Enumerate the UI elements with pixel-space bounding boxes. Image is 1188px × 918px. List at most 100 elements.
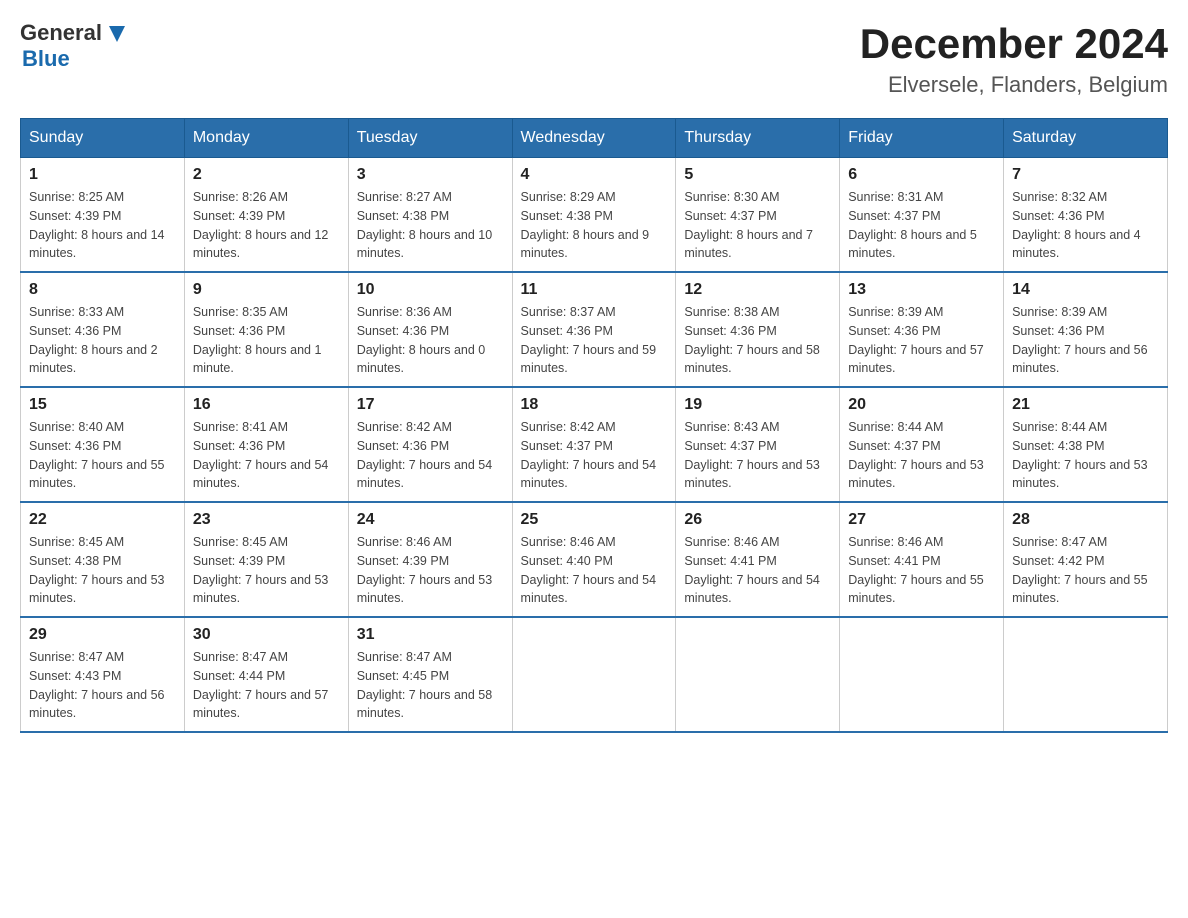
- day-number: 19: [684, 396, 831, 414]
- day-number: 1: [29, 166, 176, 184]
- day-number: 15: [29, 396, 176, 414]
- weekday-header-saturday: Saturday: [1004, 119, 1168, 158]
- calendar-day-23: 23Sunrise: 8:45 AMSunset: 4:39 PMDayligh…: [184, 502, 348, 617]
- day-info: Sunrise: 8:26 AMSunset: 4:39 PMDaylight:…: [193, 188, 340, 263]
- weekday-header-row: SundayMondayTuesdayWednesdayThursdayFrid…: [21, 119, 1168, 158]
- calendar-day-18: 18Sunrise: 8:42 AMSunset: 4:37 PMDayligh…: [512, 387, 676, 502]
- day-info: Sunrise: 8:29 AMSunset: 4:38 PMDaylight:…: [521, 188, 668, 263]
- calendar-day-22: 22 Sunrise: 8:45 AMSunset: 4:38 PMDayligh…: [21, 502, 185, 617]
- day-info: Sunrise: 8:39 AMSunset: 4:36 PMDaylight:…: [1012, 303, 1159, 378]
- subtitle: Elversele, Flanders, Belgium: [860, 72, 1168, 98]
- calendar-day-16: 16 Sunrise: 8:41 AMSunset: 4:36 PMDayligh…: [184, 387, 348, 502]
- day-info: Sunrise: 8:39 AMSunset: 4:36 PMDaylight:…: [848, 303, 995, 378]
- empty-cell: [676, 617, 840, 732]
- calendar-day-25: 25Sunrise: 8:46 AMSunset: 4:40 PMDayligh…: [512, 502, 676, 617]
- day-info: Sunrise: 8:38 AMSunset: 4:36 PMDaylight:…: [684, 303, 831, 378]
- calendar-day-26: 26 Sunrise: 8:46 AMSunset: 4:41 PMDayligh…: [676, 502, 840, 617]
- calendar-day-5: 5Sunrise: 8:30 AMSunset: 4:37 PMDaylight…: [676, 158, 840, 273]
- day-info: Sunrise: 8:46 AMSunset: 4:41 PMDaylight:…: [848, 533, 995, 608]
- day-info: Sunrise: 8:47 AMSunset: 4:45 PMDaylight:…: [357, 648, 504, 723]
- calendar-day-2: 2 Sunrise: 8:26 AMSunset: 4:39 PMDaylight…: [184, 158, 348, 273]
- week-row-1: 1 Sunrise: 8:25 AMSunset: 4:39 PMDaylight…: [21, 158, 1168, 273]
- day-info: Sunrise: 8:46 AMSunset: 4:39 PMDaylight:…: [357, 533, 504, 608]
- day-info: Sunrise: 8:46 AMSunset: 4:41 PMDaylight:…: [684, 533, 831, 608]
- calendar-day-3: 3Sunrise: 8:27 AMSunset: 4:38 PMDaylight…: [348, 158, 512, 273]
- calendar-day-30: 30 Sunrise: 8:47 AMSunset: 4:44 PMDayligh…: [184, 617, 348, 732]
- day-number: 21: [1012, 396, 1159, 414]
- weekday-header-sunday: Sunday: [21, 119, 185, 158]
- calendar-day-8: 8 Sunrise: 8:33 AMSunset: 4:36 PMDaylight…: [21, 272, 185, 387]
- calendar-day-27: 27Sunrise: 8:46 AMSunset: 4:41 PMDayligh…: [840, 502, 1004, 617]
- day-number: 16: [193, 396, 340, 414]
- day-number: 26: [684, 511, 831, 529]
- day-info: Sunrise: 8:47 AMSunset: 4:43 PMDaylight:…: [29, 648, 176, 723]
- calendar-day-17: 17 Sunrise: 8:42 AMSunset: 4:36 PMDayligh…: [348, 387, 512, 502]
- week-row-4: 22 Sunrise: 8:45 AMSunset: 4:38 PMDayligh…: [21, 502, 1168, 617]
- page-header: General Blue December 2024 Elversele, Fl…: [20, 20, 1168, 98]
- weekday-header-friday: Friday: [840, 119, 1004, 158]
- day-number: 13: [848, 281, 995, 299]
- day-info: Sunrise: 8:42 AMSunset: 4:36 PMDaylight:…: [357, 418, 504, 493]
- calendar-day-20: 20Sunrise: 8:44 AMSunset: 4:37 PMDayligh…: [840, 387, 1004, 502]
- day-number: 10: [357, 281, 504, 299]
- day-number: 11: [521, 281, 668, 299]
- day-info: Sunrise: 8:45 AMSunset: 4:39 PMDaylight:…: [193, 533, 340, 608]
- day-number: 24: [357, 511, 504, 529]
- day-info: Sunrise: 8:46 AMSunset: 4:40 PMDaylight:…: [521, 533, 668, 608]
- day-info: Sunrise: 8:45 AMSunset: 4:38 PMDaylight:…: [29, 533, 176, 608]
- day-number: 4: [521, 166, 668, 184]
- day-number: 14: [1012, 281, 1159, 299]
- calendar-table: SundayMondayTuesdayWednesdayThursdayFrid…: [20, 118, 1168, 733]
- calendar-day-24: 24 Sunrise: 8:46 AMSunset: 4:39 PMDayligh…: [348, 502, 512, 617]
- day-number: 9: [193, 281, 340, 299]
- day-info: Sunrise: 8:44 AMSunset: 4:37 PMDaylight:…: [848, 418, 995, 493]
- day-number: 17: [357, 396, 504, 414]
- day-info: Sunrise: 8:47 AMSunset: 4:42 PMDaylight:…: [1012, 533, 1159, 608]
- day-info: Sunrise: 8:25 AMSunset: 4:39 PMDaylight:…: [29, 188, 176, 263]
- weekday-header-monday: Monday: [184, 119, 348, 158]
- calendar-day-31: 31 Sunrise: 8:47 AMSunset: 4:45 PMDayligh…: [348, 617, 512, 732]
- calendar-day-13: 13 Sunrise: 8:39 AMSunset: 4:36 PMDayligh…: [840, 272, 1004, 387]
- week-row-2: 8 Sunrise: 8:33 AMSunset: 4:36 PMDaylight…: [21, 272, 1168, 387]
- calendar-day-7: 7Sunrise: 8:32 AMSunset: 4:36 PMDaylight…: [1004, 158, 1168, 273]
- day-info: Sunrise: 8:44 AMSunset: 4:38 PMDaylight:…: [1012, 418, 1159, 493]
- calendar-day-10: 10 Sunrise: 8:36 AMSunset: 4:36 PMDayligh…: [348, 272, 512, 387]
- day-number: 30: [193, 626, 340, 644]
- day-info: Sunrise: 8:47 AMSunset: 4:44 PMDaylight:…: [193, 648, 340, 723]
- calendar-day-1: 1 Sunrise: 8:25 AMSunset: 4:39 PMDaylight…: [21, 158, 185, 273]
- day-number: 6: [848, 166, 995, 184]
- day-info: Sunrise: 8:37 AMSunset: 4:36 PMDaylight:…: [521, 303, 668, 378]
- week-row-5: 29Sunrise: 8:47 AMSunset: 4:43 PMDayligh…: [21, 617, 1168, 732]
- day-info: Sunrise: 8:31 AMSunset: 4:37 PMDaylight:…: [848, 188, 995, 263]
- calendar-day-14: 14 Sunrise: 8:39 AMSunset: 4:36 PMDayligh…: [1004, 272, 1168, 387]
- calendar-day-6: 6 Sunrise: 8:31 AMSunset: 4:37 PMDaylight…: [840, 158, 1004, 273]
- day-info: Sunrise: 8:33 AMSunset: 4:36 PMDaylight:…: [29, 303, 176, 378]
- day-number: 5: [684, 166, 831, 184]
- calendar-day-9: 9 Sunrise: 8:35 AMSunset: 4:36 PMDaylight…: [184, 272, 348, 387]
- main-title: December 2024: [860, 20, 1168, 68]
- day-info: Sunrise: 8:27 AMSunset: 4:38 PMDaylight:…: [357, 188, 504, 263]
- calendar-day-29: 29Sunrise: 8:47 AMSunset: 4:43 PMDayligh…: [21, 617, 185, 732]
- calendar-day-4: 4 Sunrise: 8:29 AMSunset: 4:38 PMDaylight…: [512, 158, 676, 273]
- empty-cell: [840, 617, 1004, 732]
- day-number: 22: [29, 511, 176, 529]
- calendar-day-12: 12 Sunrise: 8:38 AMSunset: 4:36 PMDayligh…: [676, 272, 840, 387]
- calendar-day-11: 11 Sunrise: 8:37 AMSunset: 4:36 PMDayligh…: [512, 272, 676, 387]
- title-section: December 2024 Elversele, Flanders, Belgi…: [860, 20, 1168, 98]
- day-info: Sunrise: 8:36 AMSunset: 4:36 PMDaylight:…: [357, 303, 504, 378]
- logo-general-text: General: [20, 20, 102, 46]
- day-number: 31: [357, 626, 504, 644]
- day-number: 12: [684, 281, 831, 299]
- day-number: 2: [193, 166, 340, 184]
- day-number: 8: [29, 281, 176, 299]
- day-info: Sunrise: 8:41 AMSunset: 4:36 PMDaylight:…: [193, 418, 340, 493]
- day-info: Sunrise: 8:40 AMSunset: 4:36 PMDaylight:…: [29, 418, 176, 493]
- empty-cell: [512, 617, 676, 732]
- week-row-3: 15 Sunrise: 8:40 AMSunset: 4:36 PMDayligh…: [21, 387, 1168, 502]
- day-info: Sunrise: 8:35 AMSunset: 4:36 PMDaylight:…: [193, 303, 340, 378]
- calendar-day-21: 21 Sunrise: 8:44 AMSunset: 4:38 PMDayligh…: [1004, 387, 1168, 502]
- day-info: Sunrise: 8:42 AMSunset: 4:37 PMDaylight:…: [521, 418, 668, 493]
- weekday-header-thursday: Thursday: [676, 119, 840, 158]
- logo-triangle-icon: [106, 22, 128, 44]
- empty-cell: [1004, 617, 1168, 732]
